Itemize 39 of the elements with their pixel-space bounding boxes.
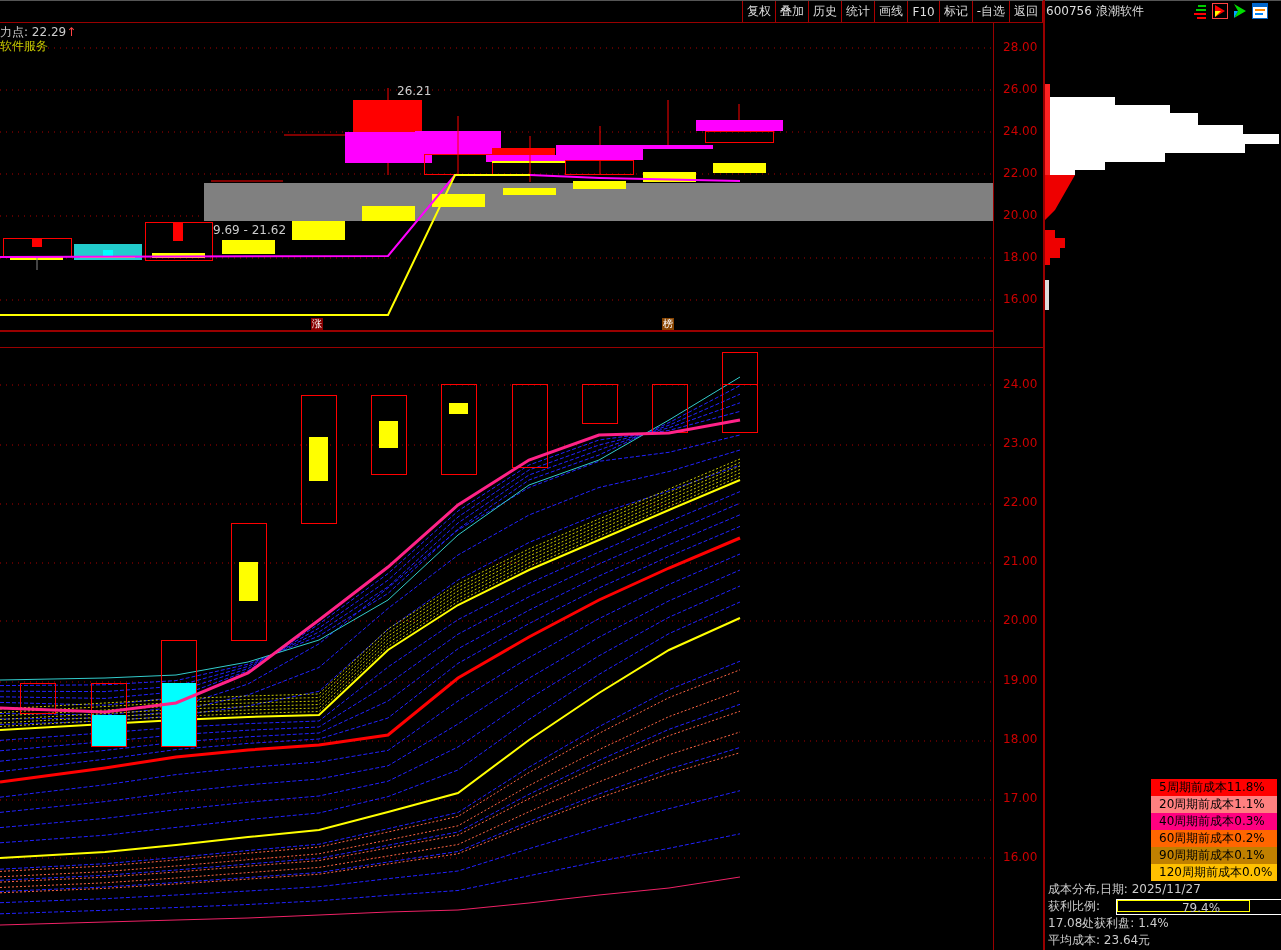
chart-marker[interactable]: 涨 (311, 318, 323, 330)
price-axis-label: 24.00 (1003, 124, 1038, 138)
chart-marker[interactable]: 榜 (662, 318, 674, 330)
price-axis-label: 17.00 (1003, 790, 1038, 805)
stock-title: 600756 浪潮软件 (1046, 3, 1144, 20)
price-axis-label: 16.00 (1003, 292, 1038, 306)
high-price-label: 26.21 (397, 84, 432, 98)
price-axis-label: 19.00 (1003, 672, 1038, 687)
profit-ratio-label: 获利比例: (1048, 898, 1101, 915)
profit-ratio-value: 79.4% (1181, 899, 1222, 917)
cost-legend-item: 20周期前成本1.1% (1151, 796, 1277, 813)
sector-label: 软件服务 (0, 38, 48, 55)
cost-legend-item: 60周期前成本0.2% (1151, 830, 1277, 847)
price-axis-label: 23.00 (1003, 436, 1038, 451)
price-axis-label: 20.00 (1003, 208, 1038, 222)
price-axis-label: 28.00 (1003, 40, 1038, 54)
price-axis-label: 20.00 (1003, 613, 1038, 628)
cost-legend-item: 5周期前成本11.8% (1151, 779, 1277, 796)
cost-date-text: 成本分布,日期: 2025/11/27 (1048, 881, 1202, 898)
cost-legend-item: 90周期前成本0.1% (1151, 847, 1277, 864)
price-axis-label: 26.00 (1003, 82, 1038, 96)
arrow-icon[interactable] (1233, 3, 1247, 19)
price-axis-label: 16.00 (1003, 849, 1038, 864)
toolbar-button[interactable]: 返回 (1009, 1, 1043, 22)
average-cost-text: 平均成本: 23.64元 (1048, 932, 1152, 949)
price-range-label: 9.69 - 21.62 (213, 223, 287, 237)
pivot-label: 力点: 22.29↑ (0, 24, 77, 40)
flag-icon[interactable] (1212, 3, 1228, 19)
window-icon[interactable] (1252, 3, 1268, 19)
cost-legend-item: 120周期前成本0.0% (1151, 864, 1277, 881)
profit-at-price-text: 17.08处获利盘: 1.4% (1048, 915, 1170, 932)
price-axis-label: 22.00 (1003, 495, 1038, 510)
cost-legend-item: 40周期前成本0.3% (1151, 813, 1277, 830)
price-axis-label: 18.00 (1003, 250, 1038, 264)
bar-chart-icon[interactable] (1193, 3, 1207, 19)
price-axis-label: 24.00 (1003, 377, 1038, 391)
price-axis-label: 22.00 (1003, 166, 1038, 180)
price-axis-label: 18.00 (1003, 731, 1038, 746)
price-axis-label: 21.00 (1003, 554, 1038, 569)
